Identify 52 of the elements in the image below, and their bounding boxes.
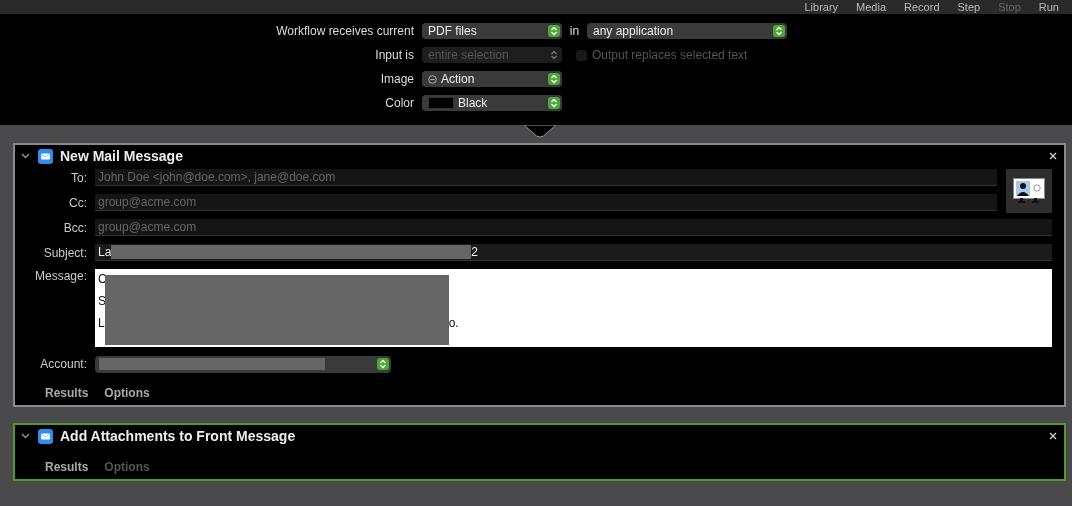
stepper-icon [377, 358, 389, 370]
disclosure-chevron-icon[interactable] [21, 153, 30, 159]
stepper-icon [548, 97, 560, 109]
action-title: New Mail Message [60, 148, 184, 164]
toolbar-button[interactable]: Step [957, 1, 981, 14]
account-popup[interactable] [95, 355, 391, 373]
image-label: Image [379, 72, 415, 86]
subject-text: 2 [471, 245, 479, 259]
receives-label: Workflow receives current [275, 24, 415, 38]
stepper-icon [548, 73, 560, 85]
connector-notch [524, 125, 556, 139]
toolbar-button[interactable]: Library [804, 1, 839, 14]
stepper-icon [773, 25, 785, 37]
toolbar-button[interactable]: Media [856, 1, 887, 14]
application-popup[interactable]: any application [587, 23, 787, 39]
color-label: Color [384, 96, 415, 110]
card-tab[interactable]: Results [45, 386, 89, 400]
input-field[interactable]: John Doe <john@doe.com>, jane@doe.com [95, 169, 997, 186]
envelope-icon [38, 148, 53, 164]
card-tab[interactable]: Options [104, 386, 150, 400]
message-text: o. [448, 316, 459, 330]
in-label: in [568, 24, 581, 38]
input-is-label: Input is [374, 48, 415, 62]
checkbox-label: Output replaces selected text [592, 48, 748, 62]
field-label: Account: [39, 357, 88, 371]
field-label: To: [70, 170, 88, 185]
field-label: Message: [33, 269, 88, 283]
address-book-button[interactable] [1006, 169, 1052, 213]
envelope-icon [38, 428, 53, 444]
image-popup[interactable]: Action [422, 71, 562, 87]
card-tab[interactable]: Results [45, 460, 89, 474]
color-popup[interactable]: Black [422, 95, 562, 111]
input-type-popup[interactable]: PDF files [422, 23, 562, 39]
input-field[interactable]: group@acme.com [95, 194, 997, 211]
message-text: L [98, 316, 105, 330]
action-icon [428, 74, 437, 84]
subject-field[interactable]: La 2 [95, 244, 1052, 261]
close-icon[interactable] [1049, 432, 1057, 440]
stepper-icon [548, 49, 560, 61]
field-label: Subject: [42, 245, 88, 260]
field-label: Bcc: [62, 220, 88, 235]
disclosure-chevron-icon[interactable] [21, 433, 30, 439]
stepper-icon [548, 25, 560, 37]
action-title: Add Attachments to Front Message [60, 428, 297, 444]
field-label: Cc: [68, 195, 88, 210]
input-field[interactable]: group@acme.com [95, 219, 1052, 236]
close-icon[interactable] [1049, 152, 1057, 160]
message-text: S [98, 294, 106, 308]
toolbar-button[interactable]: Run [1038, 1, 1059, 14]
toolbar-button[interactable]: Record [904, 1, 940, 14]
contact-card-icon [1013, 178, 1045, 204]
subject-text: La [98, 245, 112, 259]
